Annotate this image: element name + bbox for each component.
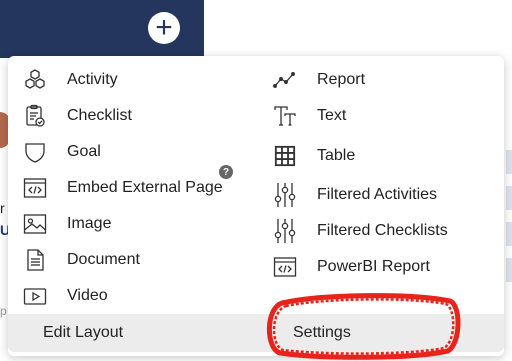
menu-item-label: Filtered Activities [317, 186, 438, 203]
menu-item-document[interactable]: Document [22, 245, 140, 275]
add-widget-button[interactable]: + [148, 12, 180, 44]
menu-item-embed-external-page[interactable]: Embed External Page [22, 173, 223, 203]
video-play-icon [22, 283, 48, 309]
background-row [506, 222, 512, 246]
menu-item-label: Text [317, 107, 347, 124]
menu-item-text[interactable]: Text [272, 101, 346, 131]
menu-item-checklist[interactable]: Checklist [22, 101, 132, 131]
menu-item-activity[interactable]: Activity [22, 65, 118, 95]
menu-item-image[interactable]: Image [22, 209, 111, 239]
sliders-icon [272, 218, 298, 244]
background-row [506, 258, 512, 282]
document-icon [22, 247, 48, 273]
background-row [506, 150, 512, 174]
menu-item-powerbi-report[interactable]: PowerBI Report [272, 252, 430, 282]
code-window-icon [272, 254, 298, 280]
menu-item-label: Filtered Checklists [317, 222, 448, 239]
menu-item-label: Activity [67, 71, 118, 88]
menu-item-label: PowerBI Report [317, 258, 430, 275]
grid-table-icon [272, 143, 298, 169]
background-row [506, 186, 512, 210]
menu-item-label: Report [317, 71, 366, 88]
hexagon-cluster-icon [22, 67, 48, 93]
menu-item-label: Image [67, 215, 112, 232]
menu-item-label: Checklist [67, 107, 132, 124]
menu-item-report[interactable]: Report [272, 65, 365, 95]
shield-icon [22, 139, 48, 165]
edit-layout-button[interactable]: Edit Layout [43, 324, 123, 342]
menu-item-filtered-checklists[interactable]: Filtered Checklists [272, 216, 448, 246]
text-tt-icon [272, 103, 298, 129]
help-icon[interactable]: ? [219, 165, 233, 179]
menu-item-label: Embed External Page [67, 179, 223, 196]
image-icon [22, 211, 48, 237]
background-text: p [0, 304, 7, 318]
line-chart-icon [272, 67, 298, 93]
menu-item-goal[interactable]: Goal [22, 137, 101, 167]
menu-footer: Edit Layout Settings [8, 314, 504, 352]
menu-item-video[interactable]: Video [22, 281, 108, 311]
menu-item-table[interactable]: Table [272, 141, 355, 171]
menu-item-filtered-activities[interactable]: Filtered Activities [272, 180, 437, 210]
menu-item-label: Document [67, 251, 140, 268]
clipboard-check-icon [22, 103, 48, 129]
settings-button[interactable]: Settings [293, 324, 351, 342]
menu-item-label: Goal [67, 143, 101, 160]
menu-item-label: Table [317, 147, 356, 164]
sliders-icon [272, 182, 298, 208]
code-window-icon [22, 175, 48, 201]
menu-item-label: Video [67, 287, 108, 304]
app-header-bar: + [0, 0, 204, 58]
background-text: r [0, 200, 5, 216]
